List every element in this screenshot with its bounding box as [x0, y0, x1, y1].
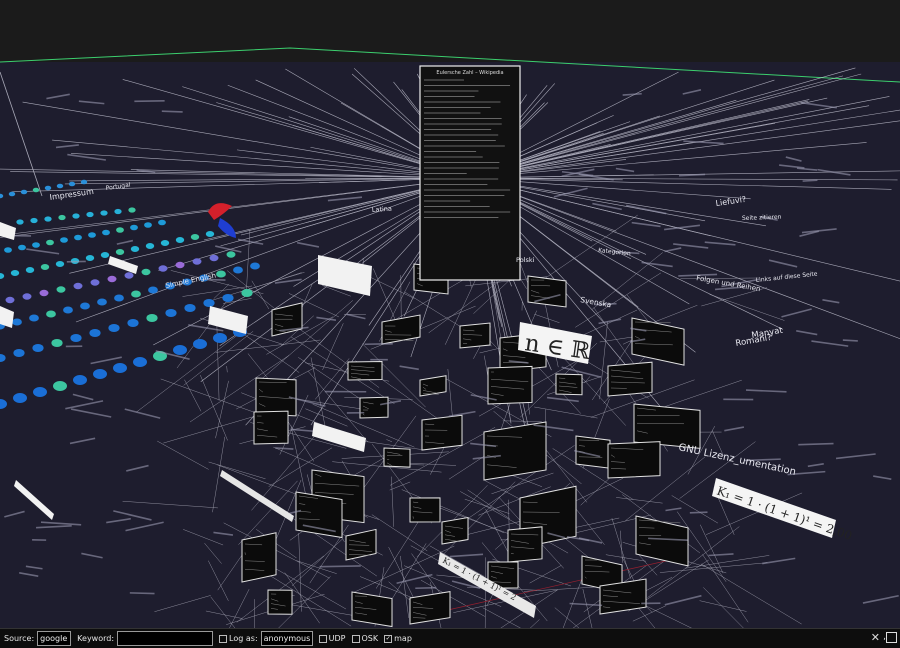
osk-label: OSK	[362, 634, 379, 643]
close-icon[interactable]: ✕	[871, 631, 880, 644]
keyboard-icon[interactable]	[886, 632, 897, 643]
central-document-title: Eulersche Zahl – Wikipedia	[436, 70, 503, 76]
label-links: Links auf diese Seite	[755, 271, 818, 284]
udp-box[interactable]	[319, 635, 327, 643]
3d-network-scene[interactable]: Eulersche Zahl – Wikipedia n ∈ ℝ K₁ = 1 …	[0, 0, 900, 628]
osk-checkbox[interactable]: OSK	[352, 634, 379, 643]
label-romani: Romani?	[735, 333, 773, 349]
log-as-label: Log as:	[229, 634, 258, 643]
bottom-control-bar: Source: Keyword: Log as: UDP OSK ✓map ✕ …	[0, 628, 900, 648]
keyword-input[interactable]	[117, 631, 213, 646]
formula-k-small: K₁ = 1 · (1 + 1)¹ = 2	[438, 552, 536, 618]
osk-box[interactable]	[352, 635, 360, 643]
central-document-panel[interactable]: Eulersche Zahl – Wikipedia	[420, 66, 520, 280]
white-card-4	[312, 422, 366, 452]
udp-checkbox[interactable]: UDP	[319, 634, 346, 643]
label-folgen: Folgen und Reihen	[696, 274, 761, 293]
white-card-3	[108, 256, 138, 274]
label-simple-english: Simple English	[165, 271, 217, 290]
log-as-box[interactable]	[219, 635, 227, 643]
label-latina: Latina	[372, 205, 393, 214]
map-label: map	[394, 634, 412, 643]
log-as-input[interactable]	[261, 631, 313, 646]
formula-k-equation: K₁ = 1 · (1 + 1)¹ = 2,00	[712, 478, 854, 543]
label-polski: Polski	[516, 256, 535, 264]
svg-text:K₁ = 1 · (1 + 1)¹ = 2,00: K₁ = 1 · (1 + 1)¹ = 2,00	[715, 484, 854, 543]
source-input[interactable]	[37, 631, 71, 646]
map-checkbox[interactable]: ✓map	[384, 634, 412, 643]
label-kategorien: Kategorien	[598, 247, 631, 257]
source-label: Source:	[4, 634, 34, 643]
white-shard-1	[14, 480, 54, 520]
keyword-label: Keyword:	[77, 634, 114, 643]
label-seite-zitieren: Seite zitieren	[742, 214, 782, 222]
white-card-1	[318, 255, 372, 296]
map-check-icon[interactable]: ✓	[384, 635, 392, 643]
udp-label: UDP	[329, 634, 346, 643]
label-gnu-lizenz: GNU Lizenz_umentation	[677, 442, 797, 478]
log-as-checkbox[interactable]: Log as:	[219, 634, 258, 643]
label-impressum: Impressum	[49, 187, 94, 202]
